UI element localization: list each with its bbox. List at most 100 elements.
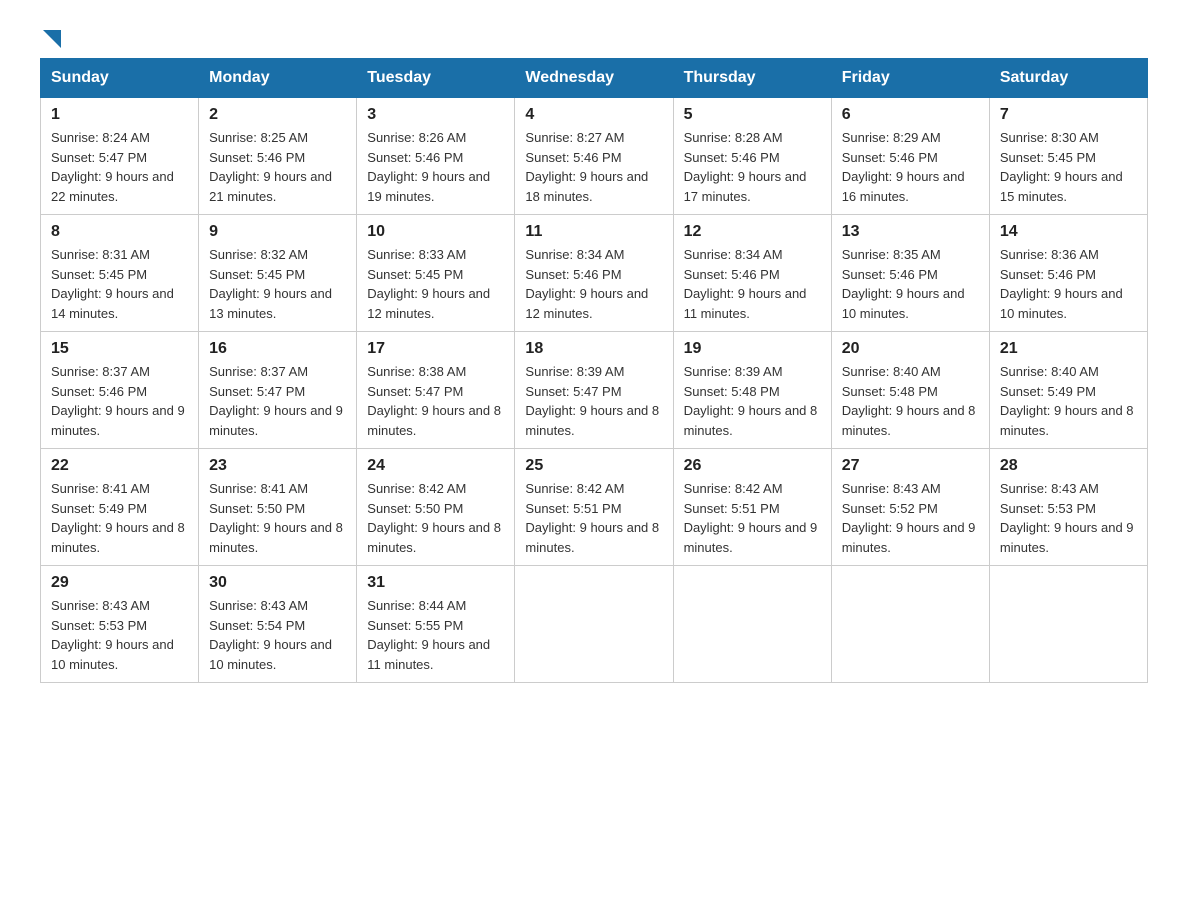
day-number: 15 (51, 340, 188, 358)
sunset-text: Sunset: 5:45 PM (367, 265, 504, 285)
sunrise-text: Sunrise: 8:35 AM (842, 245, 979, 265)
daylight-text: Daylight: 9 hours and 9 minutes. (51, 401, 188, 440)
sunset-text: Sunset: 5:47 PM (367, 382, 504, 402)
day-info: Sunrise: 8:43 AM Sunset: 5:52 PM Dayligh… (842, 479, 979, 557)
calendar-day-cell: 16 Sunrise: 8:37 AM Sunset: 5:47 PM Dayl… (199, 332, 357, 449)
calendar-day-cell: 15 Sunrise: 8:37 AM Sunset: 5:46 PM Dayl… (41, 332, 199, 449)
sunrise-text: Sunrise: 8:25 AM (209, 128, 346, 148)
day-info: Sunrise: 8:29 AM Sunset: 5:46 PM Dayligh… (842, 128, 979, 206)
sunset-text: Sunset: 5:48 PM (684, 382, 821, 402)
sunrise-text: Sunrise: 8:37 AM (209, 362, 346, 382)
day-number: 1 (51, 106, 188, 124)
calendar-day-cell (831, 566, 989, 683)
calendar-day-cell (989, 566, 1147, 683)
sunrise-text: Sunrise: 8:34 AM (684, 245, 821, 265)
day-of-week-header: Sunday (41, 59, 199, 98)
calendar-day-cell: 7 Sunrise: 8:30 AM Sunset: 5:45 PM Dayli… (989, 98, 1147, 215)
sunrise-text: Sunrise: 8:42 AM (525, 479, 662, 499)
calendar-day-cell: 5 Sunrise: 8:28 AM Sunset: 5:46 PM Dayli… (673, 98, 831, 215)
day-info: Sunrise: 8:34 AM Sunset: 5:46 PM Dayligh… (525, 245, 662, 323)
sunrise-text: Sunrise: 8:30 AM (1000, 128, 1137, 148)
day-info: Sunrise: 8:39 AM Sunset: 5:47 PM Dayligh… (525, 362, 662, 440)
calendar-day-cell: 30 Sunrise: 8:43 AM Sunset: 5:54 PM Dayl… (199, 566, 357, 683)
calendar-day-cell: 21 Sunrise: 8:40 AM Sunset: 5:49 PM Dayl… (989, 332, 1147, 449)
daylight-text: Daylight: 9 hours and 8 minutes. (367, 401, 504, 440)
calendar-day-cell: 6 Sunrise: 8:29 AM Sunset: 5:46 PM Dayli… (831, 98, 989, 215)
sunset-text: Sunset: 5:46 PM (684, 148, 821, 168)
day-number: 16 (209, 340, 346, 358)
day-of-week-header: Monday (199, 59, 357, 98)
calendar-week-row: 1 Sunrise: 8:24 AM Sunset: 5:47 PM Dayli… (41, 98, 1148, 215)
day-number: 9 (209, 223, 346, 241)
daylight-text: Daylight: 9 hours and 21 minutes. (209, 167, 346, 206)
day-number: 14 (1000, 223, 1137, 241)
day-of-week-header: Tuesday (357, 59, 515, 98)
daylight-text: Daylight: 9 hours and 10 minutes. (1000, 284, 1137, 323)
day-info: Sunrise: 8:41 AM Sunset: 5:49 PM Dayligh… (51, 479, 188, 557)
sunrise-text: Sunrise: 8:38 AM (367, 362, 504, 382)
daylight-text: Daylight: 9 hours and 9 minutes. (209, 401, 346, 440)
sunset-text: Sunset: 5:48 PM (842, 382, 979, 402)
day-info: Sunrise: 8:42 AM Sunset: 5:50 PM Dayligh… (367, 479, 504, 557)
calendar-table: SundayMondayTuesdayWednesdayThursdayFrid… (40, 58, 1148, 683)
day-info: Sunrise: 8:43 AM Sunset: 5:53 PM Dayligh… (1000, 479, 1137, 557)
day-number: 6 (842, 106, 979, 124)
sunset-text: Sunset: 5:45 PM (1000, 148, 1137, 168)
daylight-text: Daylight: 9 hours and 10 minutes. (209, 635, 346, 674)
sunset-text: Sunset: 5:46 PM (842, 148, 979, 168)
day-info: Sunrise: 8:26 AM Sunset: 5:46 PM Dayligh… (367, 128, 504, 206)
calendar-day-cell: 17 Sunrise: 8:38 AM Sunset: 5:47 PM Dayl… (357, 332, 515, 449)
sunset-text: Sunset: 5:46 PM (209, 148, 346, 168)
sunrise-text: Sunrise: 8:31 AM (51, 245, 188, 265)
daylight-text: Daylight: 9 hours and 22 minutes. (51, 167, 188, 206)
day-info: Sunrise: 8:43 AM Sunset: 5:54 PM Dayligh… (209, 596, 346, 674)
page-header (40, 30, 1148, 42)
day-number: 19 (684, 340, 821, 358)
sunset-text: Sunset: 5:47 PM (525, 382, 662, 402)
calendar-week-row: 8 Sunrise: 8:31 AM Sunset: 5:45 PM Dayli… (41, 215, 1148, 332)
day-info: Sunrise: 8:25 AM Sunset: 5:46 PM Dayligh… (209, 128, 346, 206)
calendar-day-cell: 1 Sunrise: 8:24 AM Sunset: 5:47 PM Dayli… (41, 98, 199, 215)
day-info: Sunrise: 8:42 AM Sunset: 5:51 PM Dayligh… (525, 479, 662, 557)
sunrise-text: Sunrise: 8:24 AM (51, 128, 188, 148)
calendar-day-cell (673, 566, 831, 683)
calendar-day-cell: 8 Sunrise: 8:31 AM Sunset: 5:45 PM Dayli… (41, 215, 199, 332)
day-info: Sunrise: 8:42 AM Sunset: 5:51 PM Dayligh… (684, 479, 821, 557)
sunset-text: Sunset: 5:46 PM (1000, 265, 1137, 285)
calendar-week-row: 15 Sunrise: 8:37 AM Sunset: 5:46 PM Dayl… (41, 332, 1148, 449)
daylight-text: Daylight: 9 hours and 12 minutes. (525, 284, 662, 323)
sunrise-text: Sunrise: 8:36 AM (1000, 245, 1137, 265)
day-info: Sunrise: 8:39 AM Sunset: 5:48 PM Dayligh… (684, 362, 821, 440)
day-number: 23 (209, 457, 346, 475)
day-number: 10 (367, 223, 504, 241)
day-number: 30 (209, 574, 346, 592)
day-info: Sunrise: 8:40 AM Sunset: 5:49 PM Dayligh… (1000, 362, 1137, 440)
day-number: 3 (367, 106, 504, 124)
calendar-day-cell: 27 Sunrise: 8:43 AM Sunset: 5:52 PM Dayl… (831, 449, 989, 566)
sunrise-text: Sunrise: 8:37 AM (51, 362, 188, 382)
calendar-day-cell: 24 Sunrise: 8:42 AM Sunset: 5:50 PM Dayl… (357, 449, 515, 566)
daylight-text: Daylight: 9 hours and 8 minutes. (684, 401, 821, 440)
day-info: Sunrise: 8:24 AM Sunset: 5:47 PM Dayligh… (51, 128, 188, 206)
sunset-text: Sunset: 5:53 PM (1000, 499, 1137, 519)
day-number: 2 (209, 106, 346, 124)
day-number: 7 (1000, 106, 1137, 124)
day-number: 11 (525, 223, 662, 241)
day-number: 22 (51, 457, 188, 475)
sunrise-text: Sunrise: 8:40 AM (842, 362, 979, 382)
sunset-text: Sunset: 5:54 PM (209, 616, 346, 636)
day-info: Sunrise: 8:43 AM Sunset: 5:53 PM Dayligh… (51, 596, 188, 674)
daylight-text: Daylight: 9 hours and 8 minutes. (525, 401, 662, 440)
sunrise-text: Sunrise: 8:41 AM (51, 479, 188, 499)
sunset-text: Sunset: 5:55 PM (367, 616, 504, 636)
day-number: 24 (367, 457, 504, 475)
calendar-header-row: SundayMondayTuesdayWednesdayThursdayFrid… (41, 59, 1148, 98)
day-of-week-header: Saturday (989, 59, 1147, 98)
daylight-text: Daylight: 9 hours and 9 minutes. (842, 518, 979, 557)
calendar-week-row: 29 Sunrise: 8:43 AM Sunset: 5:53 PM Dayl… (41, 566, 1148, 683)
calendar-day-cell: 19 Sunrise: 8:39 AM Sunset: 5:48 PM Dayl… (673, 332, 831, 449)
calendar-day-cell: 4 Sunrise: 8:27 AM Sunset: 5:46 PM Dayli… (515, 98, 673, 215)
day-info: Sunrise: 8:34 AM Sunset: 5:46 PM Dayligh… (684, 245, 821, 323)
sunrise-text: Sunrise: 8:42 AM (367, 479, 504, 499)
day-info: Sunrise: 8:36 AM Sunset: 5:46 PM Dayligh… (1000, 245, 1137, 323)
